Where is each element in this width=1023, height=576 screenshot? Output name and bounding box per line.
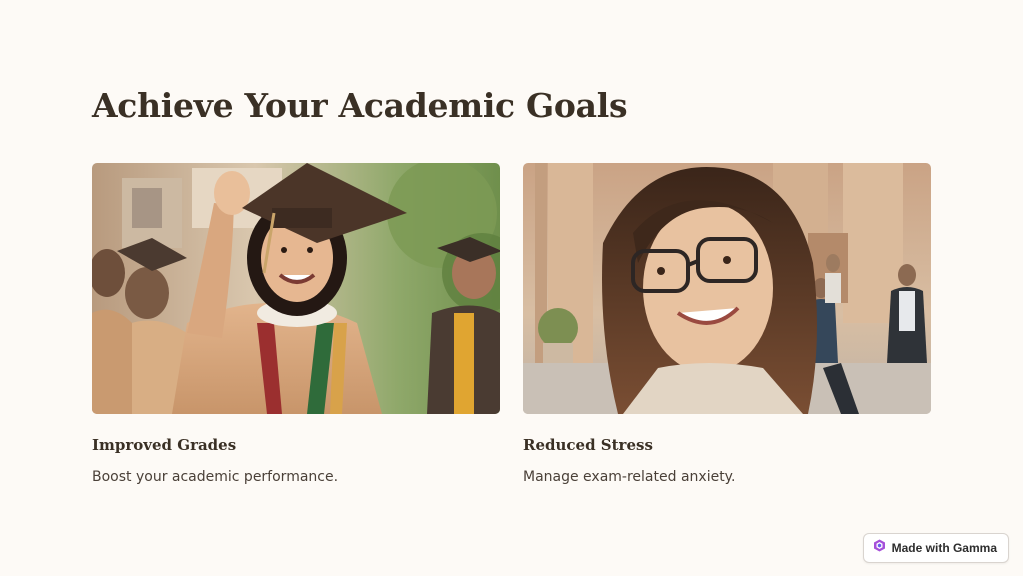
card-description: Manage exam-related anxiety. [523, 469, 736, 485]
card-description: Boost your academic performance. [92, 469, 339, 485]
card-title: Reduced Stress [523, 436, 653, 454]
made-with-gamma-badge[interactable]: Made with Gamma [862, 533, 1009, 563]
card-improved-grades: Improved Grades Boost your academic perf… [92, 163, 500, 485]
slide: Achieve Your Academic Goals Improved Gra… [0, 0, 1023, 576]
graduate-celebrating-photo [92, 163, 500, 414]
smiling-student-glasses-photo [523, 163, 931, 414]
card-title: Improved Grades [92, 436, 237, 454]
gamma-logo-icon [873, 539, 886, 557]
badge-label: Made with Gamma [891, 541, 997, 555]
card-reduced-stress: Reduced Stress Manage exam-related anxie… [523, 163, 931, 485]
page-title: Achieve Your Academic Goals [92, 86, 628, 125]
